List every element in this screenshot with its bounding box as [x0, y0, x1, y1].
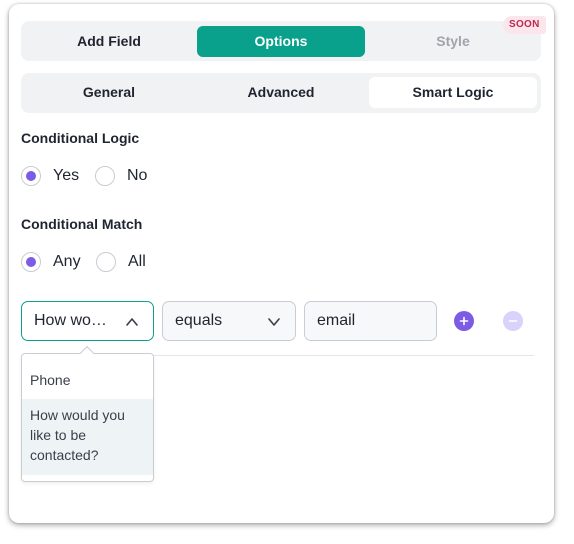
- tab-options[interactable]: Options: [197, 26, 365, 57]
- radio-logic-yes[interactable]: Yes: [21, 166, 79, 186]
- plus-icon: [459, 316, 469, 326]
- soon-badge: SOON: [503, 16, 546, 34]
- subtab-general[interactable]: General: [21, 77, 197, 108]
- condition-value-input[interactable]: [304, 301, 437, 341]
- minus-icon: [508, 320, 518, 322]
- radio-label: No: [127, 167, 148, 184]
- chevron-down-icon: [268, 318, 280, 326]
- subtab-advanced[interactable]: Advanced: [197, 77, 365, 108]
- conditional-match-label: Conditional Match: [21, 216, 143, 232]
- main-tab-bar: Add Field Options Style: [21, 21, 541, 61]
- sub-tab-bar: General Advanced Smart Logic: [21, 73, 541, 113]
- radio-match-all[interactable]: All: [96, 252, 146, 272]
- subtab-smart-logic[interactable]: Smart Logic: [369, 77, 537, 108]
- field-select-value: How would you like to be contacted?: [34, 312, 109, 329]
- dropdown-option-contact-method[interactable]: How would you like to be contacted?: [22, 399, 153, 475]
- chevron-up-icon: [126, 318, 138, 326]
- radio-checked-icon: [21, 252, 41, 272]
- radio-logic-no[interactable]: No: [95, 166, 147, 186]
- radio-label: Yes: [53, 167, 80, 184]
- dropdown-option-phone[interactable]: Phone: [22, 370, 153, 390]
- operator-select-value: equals: [175, 312, 223, 329]
- radio-label: All: [128, 253, 146, 270]
- field-select[interactable]: How would you like to be contacted?: [21, 301, 154, 341]
- tab-add-field[interactable]: Add Field: [21, 26, 197, 57]
- radio-checked-icon: [21, 166, 41, 186]
- conditional-logic-label: Conditional Logic: [21, 130, 140, 146]
- divider: [154, 355, 534, 356]
- radio-match-any[interactable]: Any: [21, 252, 81, 272]
- radio-unchecked-icon: [96, 252, 116, 272]
- remove-condition-button[interactable]: [503, 311, 523, 331]
- add-condition-button[interactable]: [454, 311, 474, 331]
- radio-label: Any: [53, 253, 81, 270]
- field-dropdown-menu: Phone How would you like to be contacted…: [21, 345, 154, 482]
- radio-unchecked-icon: [95, 166, 115, 186]
- operator-select[interactable]: equals: [162, 301, 296, 341]
